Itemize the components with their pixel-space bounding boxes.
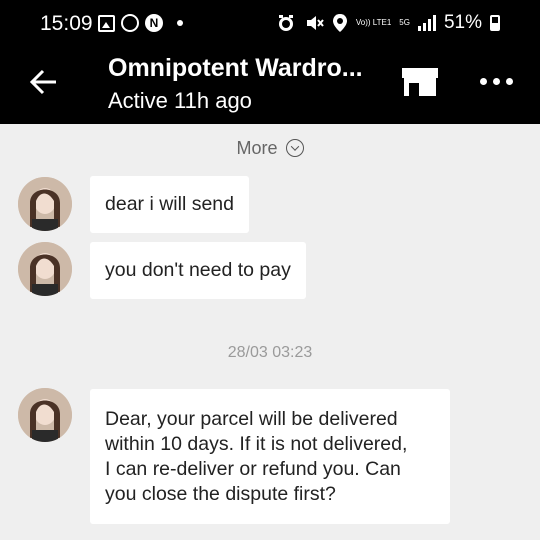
more-options-icon[interactable] [480, 78, 513, 85]
message-line: within 10 days. If it is not delivered, [105, 433, 408, 455]
seller-avatar[interactable] [18, 242, 72, 296]
mute-icon [306, 16, 324, 30]
status-time: 15:09 [40, 12, 93, 35]
volte-label: Vo)) LTE1 [355, 18, 392, 27]
n-app-notification-icon: N [145, 14, 163, 32]
chat-title[interactable]: Omnipotent Wardro... [108, 54, 363, 83]
load-more-button[interactable]: More [0, 124, 540, 172]
seller-avatar[interactable] [18, 177, 72, 231]
notification-icons: N [98, 14, 183, 32]
battery-icon [490, 15, 500, 31]
network-label: 5G [399, 18, 410, 27]
load-more-label: More [236, 137, 278, 158]
message-line: you close the dispute first? [105, 483, 336, 505]
message-bubble[interactable]: Dear, your parcel will be delivered with… [90, 389, 450, 524]
message-timestamp: 28/03 03:23 [227, 344, 313, 361]
signal-icon [417, 15, 436, 31]
active-status: Active 11h ago [108, 88, 252, 113]
status-bar: 15:09 N Vo)) LTE1 5G 51% [0, 0, 540, 48]
seller-avatar[interactable] [18, 388, 72, 442]
message-bubble[interactable]: you don't need to pay [90, 242, 306, 299]
chat-header: Omnipotent Wardro... Active 11h ago [0, 48, 540, 124]
back-arrow-icon[interactable] [28, 66, 60, 98]
location-icon [332, 14, 347, 32]
message-bubble[interactable]: dear i will send [90, 176, 249, 233]
more-notifications-dot-icon [177, 20, 183, 26]
whatsapp-notification-icon [121, 14, 139, 32]
alarm-icon [278, 15, 293, 31]
gallery-notification-icon [98, 14, 115, 32]
chevron-down-circle-icon [285, 139, 304, 157]
message-line: I can re-deliver or refund you. Can [105, 458, 401, 480]
battery-percent: 51% [443, 12, 482, 33]
message-line: Dear, your parcel will be delivered [105, 408, 398, 430]
system-icons: Vo)) LTE1 5G 51% [276, 12, 500, 34]
store-icon[interactable] [400, 66, 440, 98]
